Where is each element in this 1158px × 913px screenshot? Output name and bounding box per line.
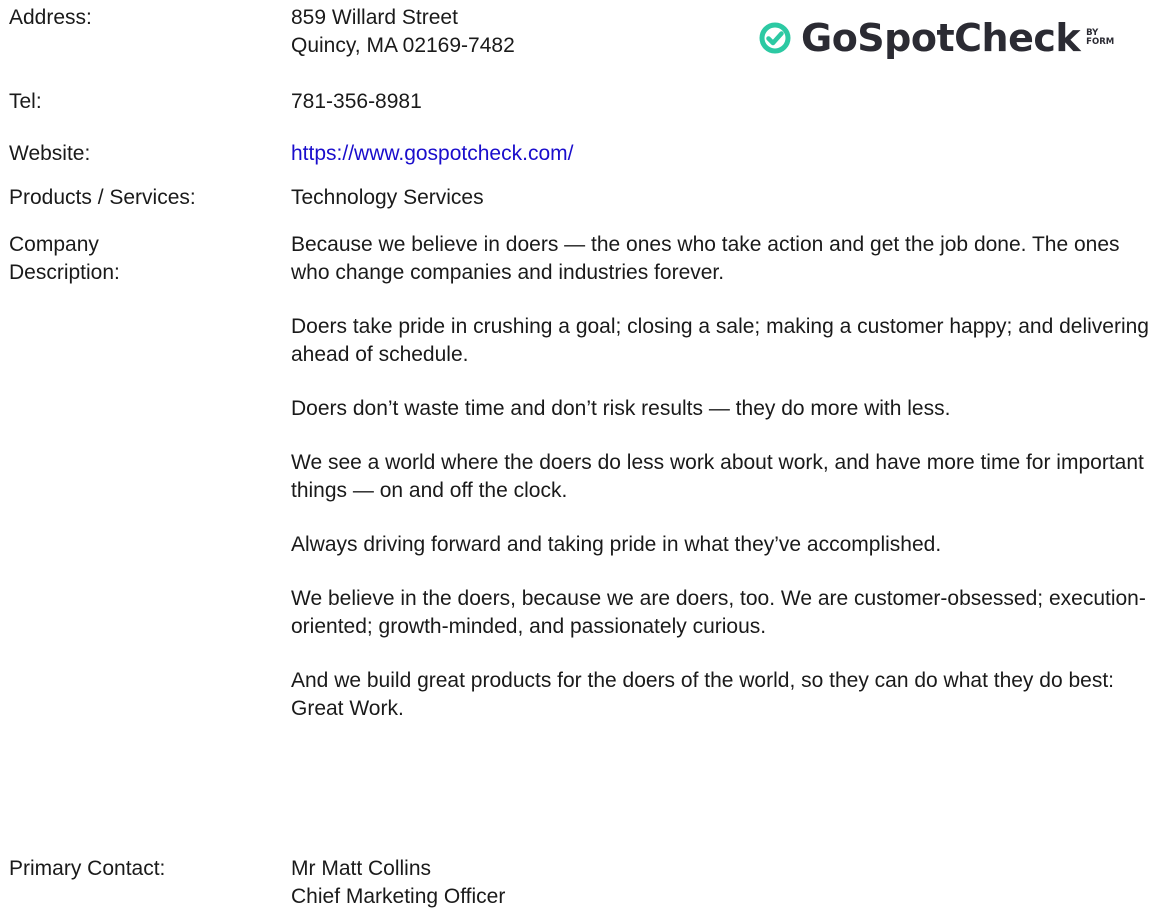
- website-label: Website:: [9, 142, 91, 165]
- description-paragraph: We believe in the doers, because we are …: [291, 587, 1146, 638]
- description-text: Because we believe in doers — the ones w…: [291, 231, 1153, 723]
- description-paragraph: We see a world where the doers do less w…: [291, 451, 1144, 502]
- products-value: Technology Services: [291, 186, 484, 209]
- description-paragraph: Always driving forward and taking pride …: [291, 533, 942, 556]
- description-label-line2: Description:: [9, 261, 120, 284]
- address-line2: Quincy, MA 02169-7482: [291, 34, 515, 57]
- description-label-line1: Company: [9, 233, 99, 256]
- description-paragraph: Because we believe in doers — the ones w…: [291, 233, 1120, 284]
- contact-title: Chief Marketing Officer: [291, 885, 506, 908]
- products-label: Products / Services:: [9, 186, 196, 209]
- description-paragraph: And we build great products for the doer…: [291, 669, 1114, 720]
- contact-value: Mr Matt Collins Chief Marketing Officer: [291, 855, 1153, 911]
- address-label: Address:: [9, 6, 92, 29]
- address-line1: 859 Willard Street: [291, 6, 458, 29]
- address-value: 859 Willard Street Quincy, MA 02169-7482: [291, 4, 1153, 60]
- company-profile: GoSpotCheck BY FORM Address: 859 Willard…: [0, 0, 1158, 913]
- website-link[interactable]: https://www.gospotcheck.com/: [291, 142, 573, 165]
- website-value: https://www.gospotcheck.com/: [291, 140, 1153, 168]
- description-paragraph: Doers take pride in crushing a goal; clo…: [291, 315, 1149, 366]
- contact-name: Mr Matt Collins: [291, 857, 432, 880]
- description-paragraph: Doers don’t waste time and don’t risk re…: [291, 397, 951, 420]
- tel-label: Tel:: [9, 90, 42, 113]
- tel-value: 781-356-8981: [291, 90, 422, 113]
- contact-label: Primary Contact:: [9, 857, 166, 880]
- description-label: Company Description:: [9, 231, 279, 287]
